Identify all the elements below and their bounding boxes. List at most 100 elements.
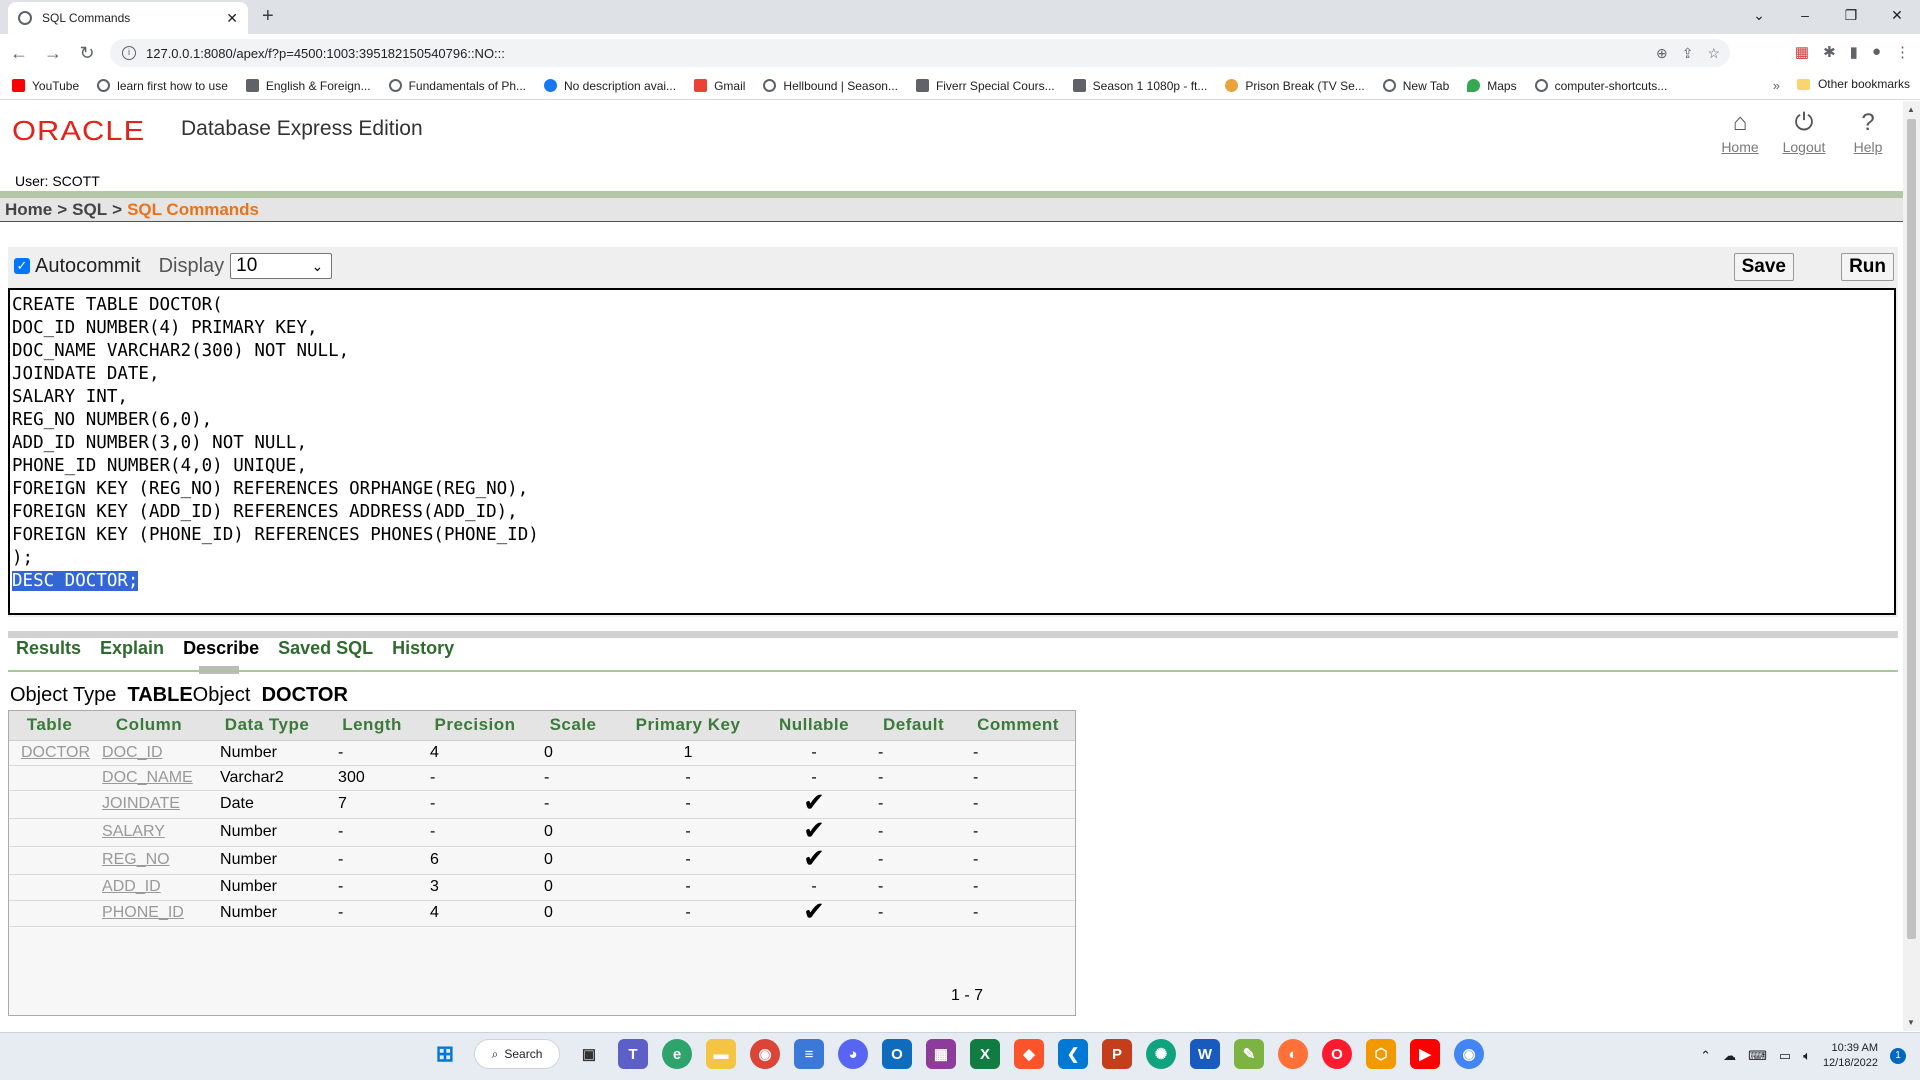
comment-cell: - [961, 740, 1075, 766]
column-name-link[interactable]: JOINDATE [90, 790, 209, 819]
scrollbar-thumb[interactable] [1907, 119, 1916, 939]
site-info-icon[interactable]: i [122, 46, 136, 60]
bookmark-item[interactable]: New Tab [1382, 79, 1449, 93]
windows-start-icon[interactable]: ⊞ [430, 1039, 460, 1069]
task-view-icon[interactable]: ▣ [574, 1039, 604, 1069]
chevron-up-icon[interactable]: ⌃ [1700, 1048, 1711, 1064]
share-icon[interactable]: ⇪ [1682, 39, 1694, 67]
bookmark-item[interactable]: Gmail [694, 79, 745, 93]
edge-icon[interactable]: e [662, 1039, 692, 1069]
column-name-link[interactable]: SALARY [90, 818, 209, 847]
file-explorer-icon[interactable]: ▬ [706, 1039, 736, 1069]
winrar-icon[interactable]: ▦ [926, 1039, 956, 1069]
close-window-button[interactable]: ✕ [1874, 0, 1920, 34]
bookmark-item[interactable]: Maps [1467, 79, 1517, 93]
address-bar[interactable]: i 127.0.0.1:8080/apex/f?p=4500:1003:3951… [110, 39, 1730, 67]
bookmark-item[interactable]: Season 1 1080p - ft... [1072, 79, 1207, 93]
forward-icon[interactable]: → [38, 43, 68, 64]
browser-toolbar: ← → ↻ i 127.0.0.1:8080/apex/f?p=4500:100… [0, 34, 1920, 72]
network-icon[interactable]: ▭ [1779, 1048, 1791, 1064]
tab-saved-sql[interactable]: Saved SQL [278, 638, 373, 669]
opera-icon[interactable]: O [1322, 1039, 1352, 1069]
word-icon[interactable]: W [1190, 1039, 1220, 1069]
bookmark-item[interactable]: Fiverr Special Cours... [915, 79, 1055, 93]
scroll-down-icon[interactable]: ▼ [1907, 1018, 1915, 1027]
taskbar-search[interactable]: ⌕ Search [474, 1039, 560, 1069]
excel-icon[interactable]: X [970, 1039, 1000, 1069]
new-tab-button[interactable]: + [262, 5, 274, 28]
home-link[interactable]: ⌂ Home [1720, 109, 1760, 155]
chrome-icon[interactable]: ◉ [750, 1039, 780, 1069]
bookmark-item[interactable]: computer-shortcuts... [1534, 79, 1667, 93]
clock[interactable]: 10:39 AM 12/18/2022 [1823, 1041, 1878, 1071]
keyboard-icon[interactable]: ⌨ [1748, 1048, 1767, 1064]
app-icon[interactable]: ⬡ [1366, 1039, 1396, 1069]
notification-badge[interactable]: 1 [1890, 1048, 1906, 1064]
breadcrumb-home[interactable]: Home [5, 200, 52, 220]
bookmark-item[interactable]: learn first how to use [97, 79, 228, 93]
other-bookmarks[interactable]: Other bookmarks [1796, 77, 1910, 91]
profile-avatar[interactable]: ● [1872, 43, 1881, 61]
bookmark-item[interactable]: Prison Break (TV Se... [1225, 79, 1365, 93]
bookmark-item[interactable]: English & Foreign... [245, 79, 371, 93]
brave-icon[interactable]: ◆ [1014, 1039, 1044, 1069]
tab-history[interactable]: History [392, 638, 454, 669]
extension-icon[interactable]: ▦ [1795, 43, 1809, 61]
tab-search-icon[interactable]: ⌄ [1736, 0, 1782, 34]
bookmark-item[interactable]: Fundamentals of Ph... [388, 79, 526, 93]
youtube-icon[interactable]: ▶ [1410, 1039, 1440, 1069]
autocommit-checkbox[interactable]: ✓ [14, 258, 30, 274]
tab-results[interactable]: Results [16, 638, 81, 669]
column-name-link[interactable]: PHONE_ID [90, 900, 209, 927]
firefox-icon[interactable]: ◐ [1278, 1039, 1308, 1069]
display-rows-select[interactable]: 10 ⌄ [230, 253, 333, 279]
powerpoint-icon[interactable]: P [1102, 1039, 1132, 1069]
chatgpt-icon[interactable]: ✺ [1146, 1039, 1176, 1069]
column-name-link[interactable]: DOC_NAME [90, 765, 209, 791]
sql-editor[interactable]: CREATE TABLE DOCTOR( DOC_ID NUMBER(4) PR… [8, 288, 1896, 615]
primary-key-cell: - [614, 900, 763, 927]
volume-icon[interactable]: 🔈︎ [1803, 1048, 1811, 1064]
discord-icon[interactable]: ◕ [838, 1039, 868, 1069]
scroll-up-icon[interactable]: ▲ [1907, 105, 1915, 114]
run-button[interactable]: Run [1841, 253, 1894, 281]
help-link[interactable]: ? Help [1848, 109, 1888, 155]
breadcrumb-sql[interactable]: SQL [72, 200, 107, 220]
menu-icon[interactable]: ⋮ [1895, 43, 1910, 61]
puzzle-icon[interactable]: ✱ [1823, 43, 1836, 61]
teams-icon[interactable]: T [618, 1039, 648, 1069]
bookmark-star-icon[interactable]: ☆ [1707, 39, 1720, 67]
bookmark-item[interactable]: Hellbound | Season... [763, 79, 898, 93]
onedrive-icon[interactable]: ☁ [1723, 1048, 1736, 1064]
notepad-icon[interactable]: ≡ [794, 1039, 824, 1069]
page-scrollbar[interactable]: ▲ ▼ [1903, 101, 1920, 1031]
logout-link[interactable]: ⏻ Logout [1783, 109, 1826, 155]
bookmark-item[interactable]: No description avai... [544, 79, 676, 93]
chrome-icon[interactable]: ◉ [1454, 1039, 1484, 1069]
outlook-icon[interactable]: O [882, 1039, 912, 1069]
column-header: Scale [532, 711, 615, 741]
tab-close-icon[interactable]: ✕ [226, 10, 238, 27]
column-name-link[interactable]: DOC_ID [90, 740, 209, 766]
back-icon[interactable]: ← [4, 43, 34, 64]
save-button[interactable]: Save [1733, 253, 1794, 281]
vscode-icon[interactable]: ❮ [1058, 1039, 1088, 1069]
tab-describe[interactable]: Describe [183, 638, 259, 669]
checkmark-icon: ✔ [803, 843, 825, 873]
notes-icon[interactable]: ✎ [1234, 1039, 1264, 1069]
reload-icon[interactable]: ↻ [72, 43, 102, 64]
zoom-icon[interactable]: ⊕ [1656, 39, 1668, 67]
bookmarks-overflow-icon[interactable]: » [1773, 78, 1780, 93]
breadcrumb-separator: > [112, 199, 123, 219]
bookmark-item[interactable]: YouTube [12, 79, 79, 93]
browser-tab[interactable]: SQL Commands ✕ [8, 2, 248, 34]
scale-cell: 0 [532, 900, 615, 927]
column-name-link[interactable]: REG_NO [90, 846, 209, 875]
minimize-button[interactable]: – [1782, 0, 1828, 34]
column-name-link[interactable]: ADD_ID [90, 874, 209, 901]
tab-explain[interactable]: Explain [100, 638, 164, 669]
sidepanel-icon[interactable]: ▮ [1850, 43, 1858, 61]
table-name-cell[interactable]: DOCTOR [9, 740, 91, 766]
restore-button[interactable]: ❐ [1828, 0, 1874, 34]
nullable-cell: ✔ [762, 789, 867, 819]
